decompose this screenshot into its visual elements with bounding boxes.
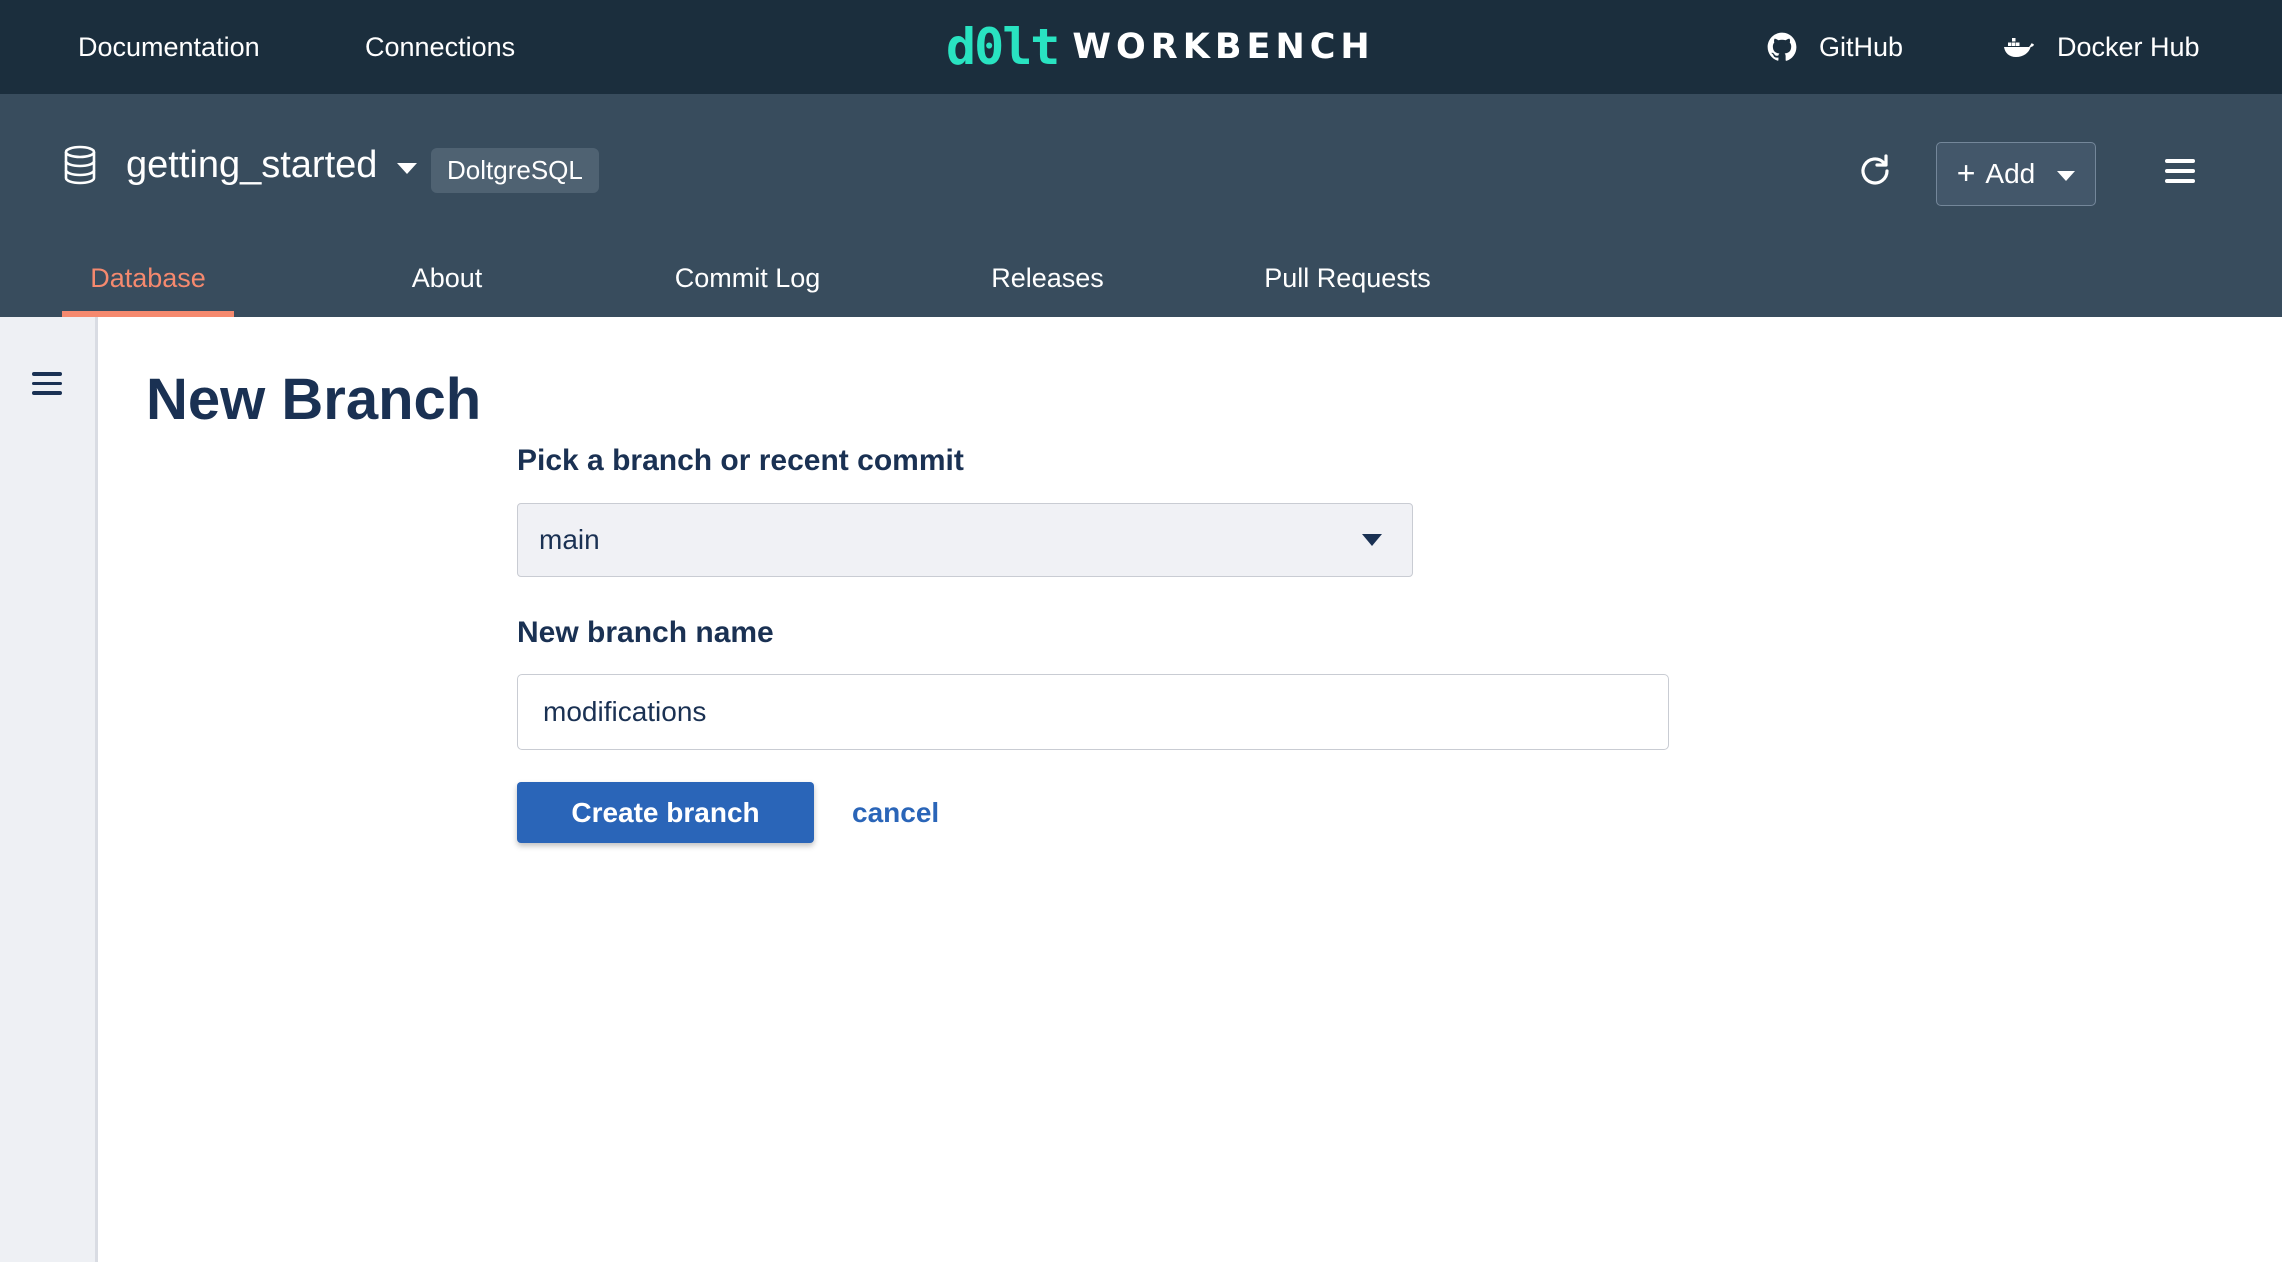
- from-branch-select[interactable]: main: [517, 503, 1413, 577]
- workbench-logo[interactable]: d0lt WORKBENCH: [946, 18, 1375, 76]
- tab-about[interactable]: About: [376, 244, 518, 317]
- database-tabs: Database About Commit Log Releases Pull …: [0, 244, 1600, 317]
- tab-pull-requests[interactable]: Pull Requests: [1250, 244, 1445, 317]
- cancel-link[interactable]: cancel: [852, 782, 939, 843]
- github-link[interactable]: GitHub: [1767, 0, 1903, 94]
- database-header: getting_started DoltgreSQL + Add Databas…: [0, 94, 2282, 317]
- tab-commit-log[interactable]: Commit Log: [650, 244, 845, 317]
- nav-link-documentation[interactable]: Documentation: [78, 0, 260, 94]
- chevron-down-icon: [1362, 534, 1382, 546]
- from-branch-label: Pick a branch or recent commit: [517, 444, 964, 477]
- logo-text: WORKBENCH: [1072, 27, 1375, 67]
- sidebar-toggle-icon[interactable]: [32, 372, 62, 398]
- tab-releases[interactable]: Releases: [980, 244, 1115, 317]
- refresh-icon[interactable]: [1856, 152, 1894, 190]
- plus-icon: +: [1956, 154, 1976, 191]
- database-icon: [64, 145, 96, 185]
- nav-link-connections[interactable]: Connections: [365, 0, 515, 94]
- create-branch-button[interactable]: Create branch: [517, 782, 814, 843]
- hamburger-menu-icon[interactable]: [2165, 159, 2195, 185]
- database-name: getting_started: [126, 143, 378, 186]
- chevron-down-icon: [2057, 171, 2076, 181]
- from-branch-value: main: [539, 524, 600, 555]
- github-label: GitHub: [1819, 32, 1904, 62]
- dialect-badge: DoltgreSQL: [431, 148, 599, 193]
- docker-hub-label: Docker Hub: [2057, 32, 2200, 62]
- branch-name-label: New branch name: [517, 616, 774, 649]
- add-button-label: Add: [1985, 158, 2036, 189]
- github-icon: [1767, 32, 1797, 61]
- docker-icon: [2004, 38, 2034, 57]
- page-title: New Branch: [146, 367, 482, 432]
- database-selector[interactable]: getting_started: [62, 140, 418, 190]
- tab-database[interactable]: Database: [62, 244, 234, 317]
- branch-name-input[interactable]: [517, 674, 1669, 750]
- docker-hub-link[interactable]: Docker Hub: [2003, 0, 2200, 94]
- left-sidebar: [0, 317, 98, 1262]
- top-nav: Documentation Connections d0lt WORKBENCH…: [0, 0, 2282, 94]
- chevron-down-icon: [397, 162, 418, 174]
- logo-mark: d0lt: [946, 18, 1060, 76]
- add-button[interactable]: + Add: [1936, 142, 2096, 206]
